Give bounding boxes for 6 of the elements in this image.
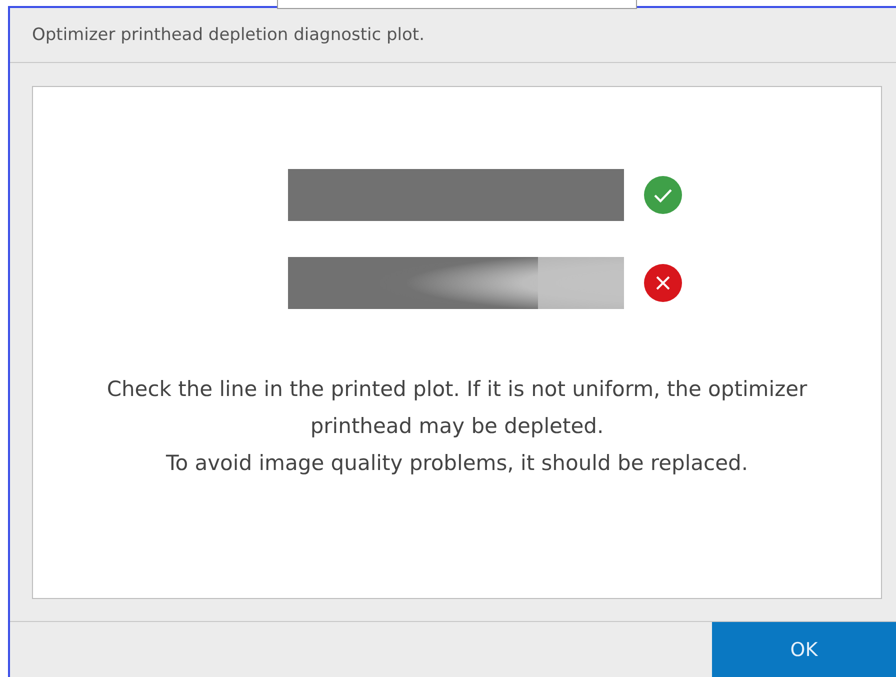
dialog-title: Optimizer printhead depletion diagnostic plot.	[32, 25, 424, 45]
check-icon	[644, 176, 682, 214]
error-icon	[644, 264, 682, 302]
instruction-text: To avoid image quality problems, it should be replaced.	[164, 450, 750, 477]
ok-button[interactable]: OK	[712, 622, 896, 677]
instruction-text: Check the line in the printed plot. If it is not uniform, the optimizer printhead may be depleted.	[106, 376, 808, 440]
